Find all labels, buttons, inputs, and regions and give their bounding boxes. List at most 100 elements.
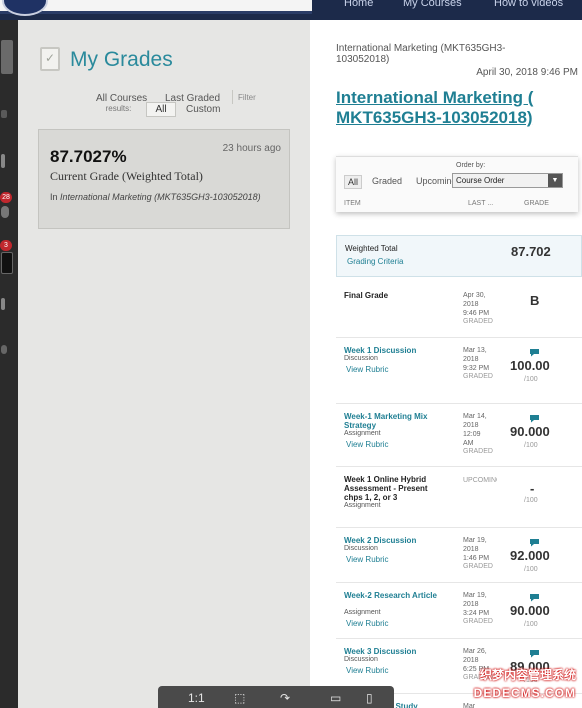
row-score: 87.702: [511, 244, 551, 259]
tab-graded[interactable]: Graded: [372, 176, 402, 186]
grade-subtitle: Current Grade (Weighted Total): [50, 169, 203, 183]
rotate-icon[interactable]: ↷: [280, 691, 290, 705]
course-name: In International Marketing (MKT635GH3-10…: [50, 191, 282, 203]
row-item-name[interactable]: Week 3 Discussion: [344, 647, 444, 656]
row-item-name[interactable]: Week 2 Discussion: [344, 536, 444, 545]
grade-row[interactable]: Week 1 Online Hybrid Assessment - Presen…: [336, 467, 582, 528]
grade-row[interactable]: Week 1 Discussion Discussion View Rubric Ma…: [336, 338, 582, 404]
watermark-en: DEDECMS.COM: [473, 686, 576, 700]
row-status: GRADED: [463, 318, 493, 325]
tab-upcoming[interactable]: Upcoming: [416, 176, 454, 186]
grade-timestamp: 23 hours ago: [222, 143, 281, 154]
filter-button[interactable]: Filter: [238, 93, 256, 102]
weighted-total-row[interactable]: Weighted Total Grading Criteria 87.702: [336, 235, 582, 277]
tab-all[interactable]: All: [344, 175, 362, 189]
view-rubric-link[interactable]: View Rubric: [346, 555, 389, 564]
row-date-line: 2018: [463, 422, 479, 429]
row-date-line: Mar 13,: [463, 347, 487, 354]
save-icon[interactable]: ▭: [330, 691, 341, 705]
course-title-link[interactable]: International Marketing ( MKT635GH3-1030…: [336, 88, 551, 128]
grade-row[interactable]: Week-1 Marketing Mix Strategy Assignment V…: [336, 404, 582, 467]
row-out-of: /100: [524, 621, 538, 628]
row-date-line: 2018: [463, 356, 479, 363]
actual-size-button[interactable]: 1:1: [188, 691, 205, 705]
sidebar-badge-count: 3: [0, 240, 12, 251]
row-date-line: Mar 19,: [463, 592, 487, 599]
row-date-line: 2018: [463, 657, 479, 664]
sidebar-strip: 28 3: [0, 20, 18, 708]
row-score: 90.000: [510, 424, 550, 439]
row-score: 100.00: [510, 358, 550, 373]
nav-home-link[interactable]: Home: [344, 0, 373, 9]
course-name-text: International Marketing (MKT635GH3-10305…: [60, 192, 261, 202]
row-date: Mar 19, 2018 1:46 PM: [463, 536, 499, 563]
fit-screen-icon[interactable]: ⬚: [234, 691, 245, 705]
view-rubric-link[interactable]: View Rubric: [346, 666, 389, 675]
grade-row[interactable]: Week-2 Research Article Assignment View Ru…: [336, 583, 582, 639]
row-score: 90.000: [510, 603, 550, 618]
sidebar-active-icon[interactable]: [1, 40, 13, 74]
row-status: GRADED: [463, 448, 493, 455]
row-item-type: Discussion: [344, 545, 378, 552]
sidebar-tools-icon[interactable]: [1, 110, 7, 118]
grading-criteria-link[interactable]: Grading Criteria: [347, 257, 403, 266]
results-label: All Courses: [96, 93, 148, 104]
row-date: Apr 30, 2018 9:46 PM: [463, 291, 499, 318]
comment-icon-shape: [530, 349, 539, 357]
course-grade-card[interactable]: 87.7027% 23 hours ago Current Grade (Wei…: [38, 129, 290, 229]
row-status: GRADED: [463, 563, 493, 570]
all-option[interactable]: All: [146, 102, 176, 117]
row-status: GRADED: [463, 373, 493, 380]
chevron-down-icon: ▼: [548, 174, 562, 187]
row-date-line: Mar 26,: [463, 648, 487, 655]
grade-row[interactable]: Week 2 Discussion Discussion View Rubric Ma…: [336, 528, 582, 583]
row-date-line: 12:09: [463, 431, 481, 438]
row-date-line: Mar 19,: [463, 537, 487, 544]
site-watermark: 织梦内容管理系统 DEDECMS.COM: [460, 666, 576, 706]
row-date-line: 9:32 PM: [463, 365, 490, 372]
row-date-line: Apr 30,: [463, 292, 486, 299]
row-date-line: 2018: [463, 546, 479, 553]
row-date-line: 3:24 PM: [463, 610, 490, 617]
watermark-cn: 织梦内容管理系统: [479, 668, 576, 682]
row-status: GRADED: [463, 618, 493, 625]
view-rubric-link[interactable]: View Rubric: [346, 440, 389, 449]
nav-my-courses-link[interactable]: My Courses: [403, 0, 462, 9]
row-date-line: 1:46 PM: [463, 555, 490, 562]
comment-icon[interactable]: [529, 593, 540, 602]
grade-filter-toolbar: All Graded Upcoming Order by: Course Ord…: [336, 156, 578, 212]
row-item-name[interactable]: Week-2 Research Article: [344, 591, 444, 600]
grade-row[interactable]: Final Grade Apr 30, 2018 9:46 PM GRADED B: [336, 283, 582, 338]
row-out-of: /100: [524, 497, 538, 504]
comment-icon-shape: [530, 539, 539, 547]
image-viewer-toolbar: 1:1 ⬚ ↷ ▭ ▯: [158, 686, 394, 708]
custom-option[interactable]: Custom: [186, 104, 220, 115]
course-date: April 30, 2018 9:46 PM: [476, 67, 578, 78]
comment-icon[interactable]: [529, 348, 540, 357]
results-label-suffix: results:: [105, 104, 132, 113]
nav-how-to-videos-link[interactable]: How to videos: [494, 0, 563, 9]
sidebar-badge-count: 28: [0, 192, 12, 203]
sidebar-settings-icon[interactable]: [1, 345, 7, 354]
order-by-value: Course Order: [456, 176, 505, 185]
divider: [232, 90, 233, 104]
order-by-select[interactable]: Course Order ▼: [452, 173, 563, 188]
comment-icon[interactable]: [529, 538, 540, 547]
comment-icon[interactable]: [529, 649, 540, 658]
comment-icon[interactable]: [529, 414, 540, 423]
view-rubric-link[interactable]: View Rubric: [346, 365, 389, 374]
row-score: 92.000: [510, 548, 550, 563]
sidebar-calendar-icon[interactable]: [1, 252, 13, 274]
delete-icon[interactable]: ▯: [366, 691, 373, 705]
sidebar-circle-icon[interactable]: [1, 206, 9, 218]
row-out-of: /100: [524, 442, 538, 449]
view-rubric-link[interactable]: View Rubric: [346, 619, 389, 628]
row-item-name[interactable]: Week-1 Marketing Mix Strategy: [344, 412, 444, 430]
comment-icon-shape: [530, 594, 539, 602]
sidebar-doc-icon[interactable]: [1, 154, 5, 168]
sidebar-page-icon[interactable]: [1, 298, 5, 310]
row-item-name[interactable]: Week 1 Discussion: [344, 346, 444, 355]
column-header-grade: GRADE: [524, 200, 549, 207]
column-header-last: LAST ...: [468, 200, 494, 207]
top-nav-bar: Home My Courses How to videos: [0, 0, 582, 20]
